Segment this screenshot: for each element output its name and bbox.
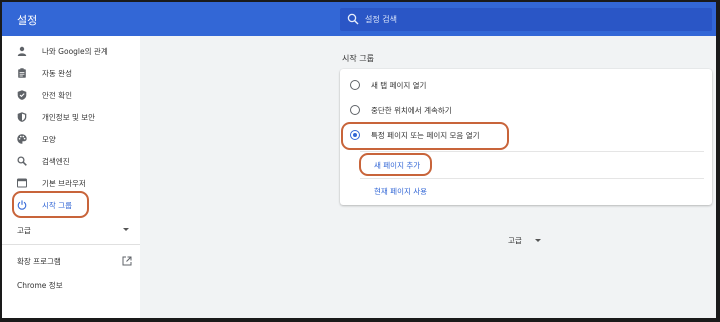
search-icon <box>347 13 359 25</box>
sidebar-item-label: 개인정보 및 보안 <box>42 113 96 122</box>
sidebar-item-appearance[interactable]: 모양 <box>2 129 140 149</box>
sidebar-item-label: 나와 Google의 관계 <box>42 47 108 56</box>
option-label: 새 탭 페이지 열기 <box>371 81 427 90</box>
power-icon <box>17 200 27 210</box>
clipboard-icon <box>18 68 26 78</box>
sidebar-item-safety-check[interactable]: 안전 확인 <box>2 85 140 105</box>
search-input[interactable] <box>365 10 695 29</box>
sidebar-item-label: 시작 그룹 <box>42 201 72 210</box>
radio-button[interactable] <box>350 80 360 90</box>
option-label: 중단한 위치에서 계속하기 <box>371 106 452 115</box>
option-continue-where-left-off[interactable]: 중단한 위치에서 계속하기 <box>340 98 712 122</box>
card-divider <box>360 151 704 152</box>
option-new-tab[interactable]: 새 탭 페이지 열기 <box>340 73 712 97</box>
sidebar-divider <box>2 244 140 245</box>
card-divider <box>360 178 704 179</box>
use-current-pages-link[interactable]: 현재 페이지 사용 <box>374 186 427 197</box>
sidebar-advanced-label: 고급 <box>17 226 31 235</box>
browser-window-icon <box>17 178 27 188</box>
person-icon <box>17 46 27 56</box>
sidebar-item-search-engine[interactable]: 검색엔진 <box>2 151 140 171</box>
sidebar-item-label: 확장 프로그램 <box>17 257 61 266</box>
sidebar-item-label: 모양 <box>42 135 56 144</box>
sidebar-item-default-browser[interactable]: 기본 브라우저 <box>2 173 140 193</box>
sidebar-item-label: 자동 완성 <box>42 69 72 78</box>
open-in-new-icon <box>122 256 132 266</box>
sidebar-item-privacy[interactable]: 개인정보 및 보안 <box>2 107 140 127</box>
palette-icon <box>17 134 27 144</box>
search-icon <box>17 156 27 166</box>
radio-button-selected[interactable] <box>350 130 360 140</box>
chevron-down-icon <box>535 239 541 242</box>
sidebar-item-about-chrome[interactable]: Chrome 정보 <box>2 276 140 294</box>
top-bar: 설정 <box>2 2 716 36</box>
startup-options-card: 새 탭 페이지 열기 중단한 위치에서 계속하기 특정 페이지 또는 페이지 모… <box>340 69 712 205</box>
sidebar-item-label: 검색엔진 <box>42 157 70 166</box>
shield-icon <box>17 112 27 122</box>
settings-window: 설정 나와 Google의 관계 자동 완성 <box>0 0 720 322</box>
sidebar-advanced-toggle[interactable]: 고급 <box>2 221 140 239</box>
radio-button[interactable] <box>350 105 360 115</box>
add-page-link[interactable]: 새 페이지 추가 <box>374 160 420 171</box>
advanced-toggle[interactable]: 고급 <box>508 234 548 248</box>
search-box[interactable] <box>340 8 712 31</box>
sidebar: 나와 Google의 관계 자동 완성 안전 확인 개인정보 및 보안 모양 검… <box>2 36 140 318</box>
section-title: 시작 그룹 <box>342 54 374 63</box>
advanced-label: 고급 <box>508 236 522 245</box>
shield-check-icon <box>17 90 27 100</box>
sidebar-item-label: 안전 확인 <box>42 91 72 100</box>
sidebar-item-label: Chrome 정보 <box>17 281 63 290</box>
sidebar-item-you-and-google[interactable]: 나와 Google의 관계 <box>2 41 140 61</box>
sidebar-item-autofill[interactable]: 자동 완성 <box>2 63 140 83</box>
app-title: 설정 <box>17 14 38 27</box>
option-label: 특정 페이지 또는 페이지 모음 열기 <box>371 131 480 140</box>
sidebar-item-on-startup[interactable]: 시작 그룹 <box>2 195 140 215</box>
chevron-down-icon <box>123 228 129 231</box>
sidebar-item-label: 기본 브라우저 <box>42 179 86 188</box>
sidebar-item-extensions[interactable]: 확장 프로그램 <box>2 252 140 270</box>
option-open-specific-pages[interactable]: 특정 페이지 또는 페이지 모음 열기 <box>340 123 712 147</box>
